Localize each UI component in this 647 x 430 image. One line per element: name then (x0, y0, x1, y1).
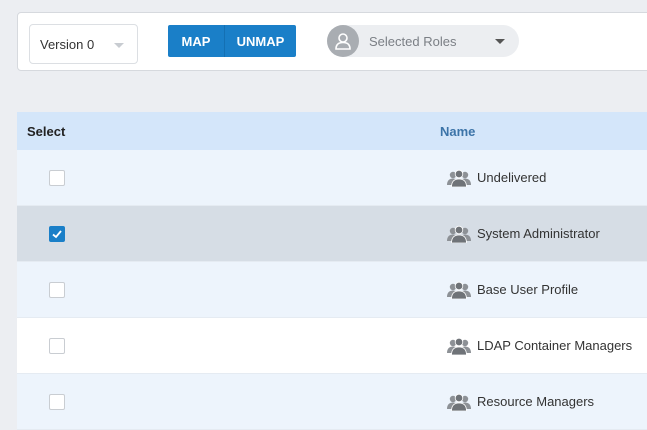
map-button-group: MAP UNMAP (168, 25, 296, 57)
role-name: LDAP Container Managers (477, 338, 633, 353)
map-button[interactable]: MAP (168, 25, 224, 57)
table-row[interactable]: Base User Profile (17, 262, 647, 318)
table-row[interactable]: LDAP Container Managers (17, 318, 647, 374)
toolbar: Version 0 MAP UNMAP Selected Roles (17, 12, 647, 71)
role-name: System Administrator (477, 226, 600, 241)
unmap-button[interactable]: UNMAP (224, 25, 296, 57)
group-icon (447, 337, 471, 360)
group-icon (447, 281, 471, 304)
role-name: Resource Managers (477, 394, 595, 409)
version-select[interactable]: Version 0 (29, 24, 138, 64)
role-name: Undelivered (477, 170, 547, 185)
table-row[interactable]: System Administrator (17, 206, 647, 262)
row-checkbox[interactable] (49, 282, 65, 298)
row-checkbox[interactable] (49, 226, 65, 242)
roles-grid: Select Name Undelivered System Administra… (17, 112, 647, 430)
table-row[interactable]: Resource Managers (17, 374, 647, 430)
table-row[interactable]: Undelivered (17, 150, 647, 206)
group-icon (447, 225, 471, 248)
grid-body: Undelivered System Administrator Base User… (17, 150, 647, 430)
role-name: Base User Profile (477, 282, 579, 297)
group-icon (447, 169, 471, 192)
caret-down-icon (495, 39, 505, 44)
user-icon (327, 25, 359, 57)
column-header-name[interactable]: Name (440, 124, 475, 139)
row-checkbox[interactable] (49, 170, 65, 186)
selected-roles-placeholder: Selected Roles (369, 34, 457, 49)
group-icon (447, 393, 471, 416)
chevron-down-icon (114, 43, 124, 48)
version-select-value: Version 0 (40, 37, 95, 52)
checkmark-icon (51, 228, 63, 240)
grid-header: Select Name (17, 112, 647, 150)
column-header-select[interactable]: Select (27, 124, 65, 139)
row-checkbox[interactable] (49, 338, 65, 354)
selected-roles-select[interactable]: Selected Roles (327, 25, 519, 57)
row-checkbox[interactable] (49, 394, 65, 410)
